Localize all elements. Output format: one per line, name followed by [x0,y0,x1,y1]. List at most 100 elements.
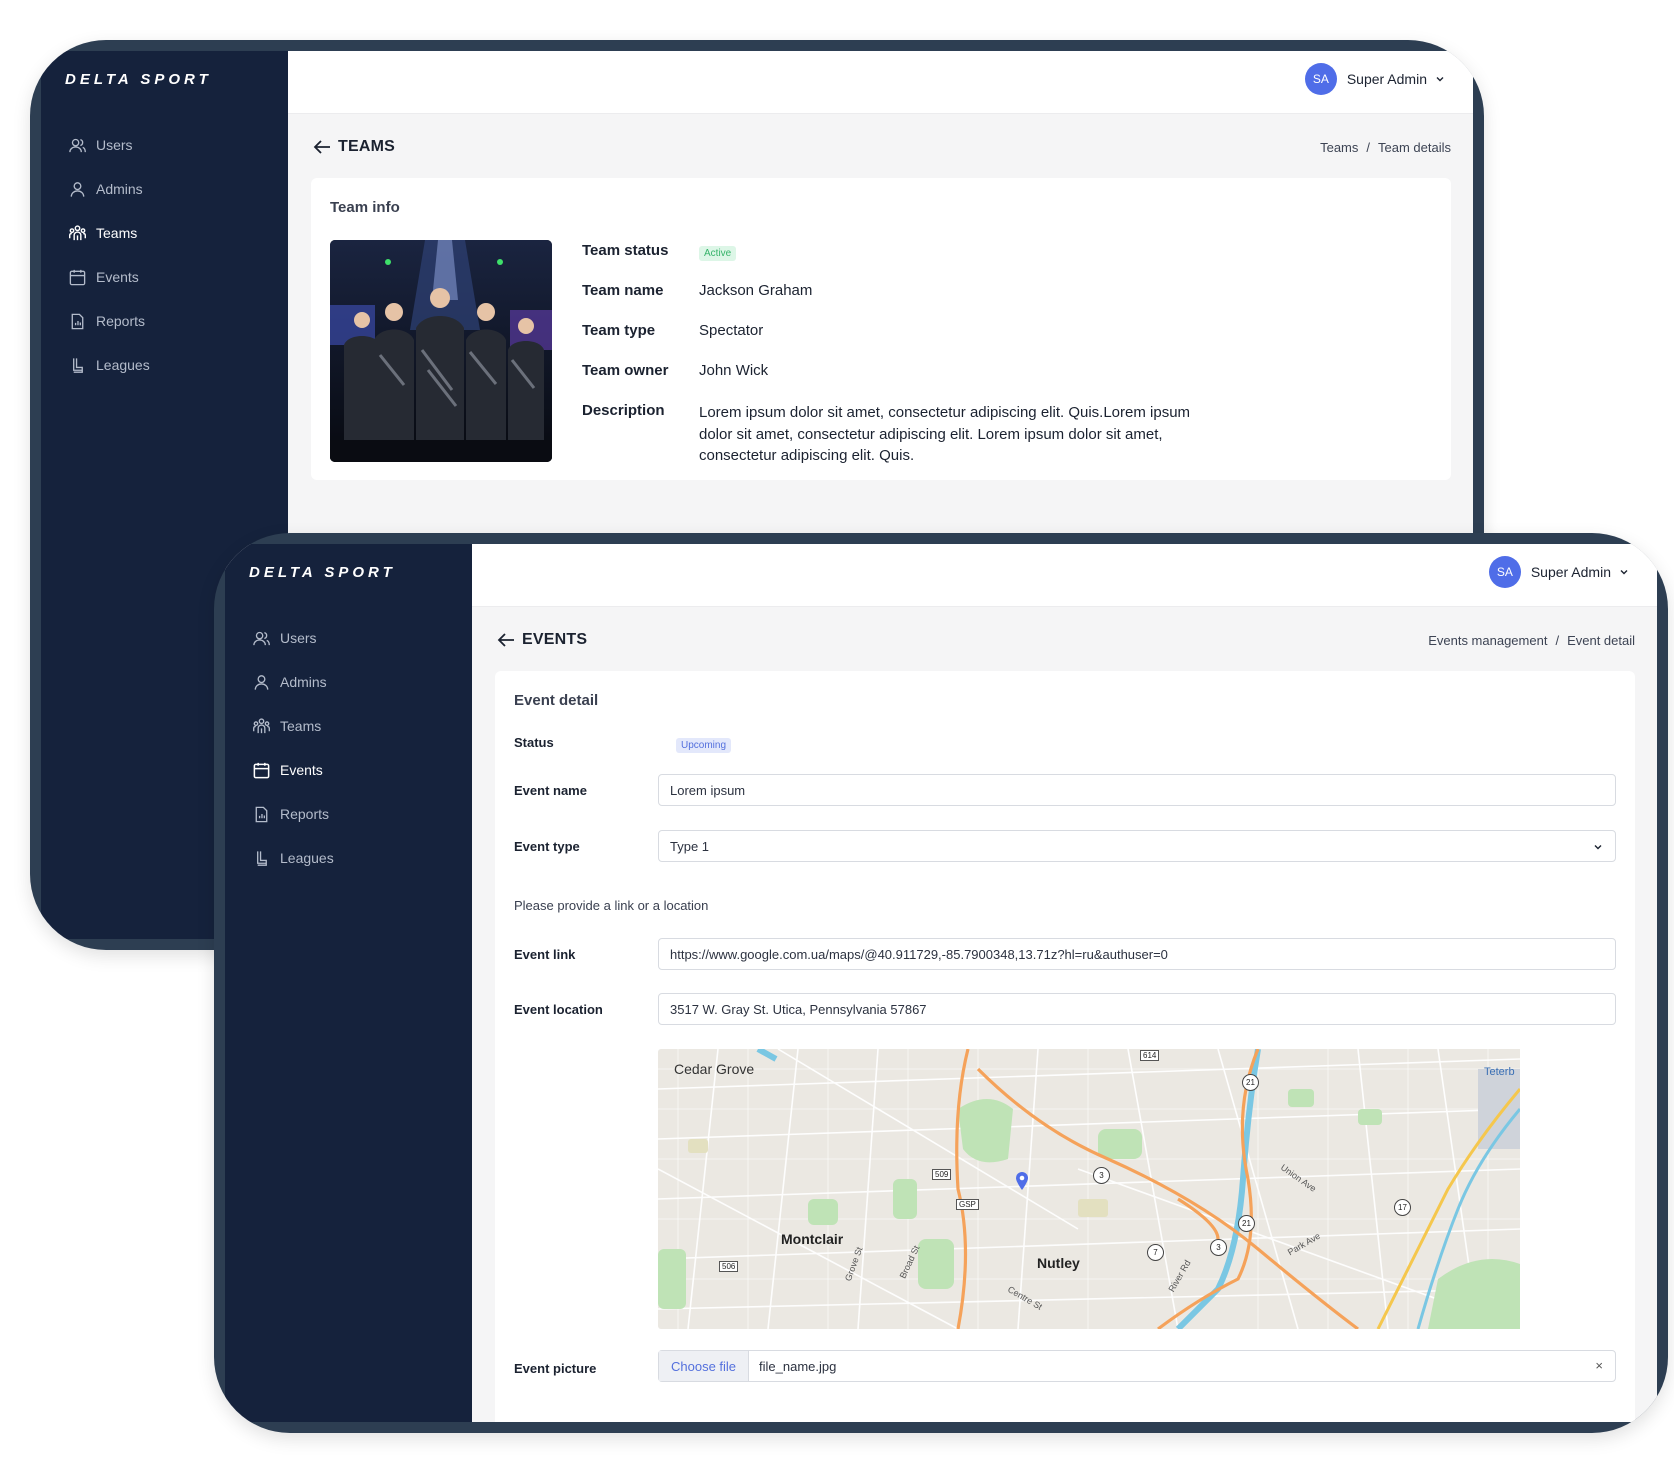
arrow-left-icon [313,140,330,154]
avatar: SA [1488,556,1521,588]
breadcrumb-link-teams[interactable]: Teams [1320,140,1358,155]
sidebar-item-label: Leagues [96,357,150,373]
team-status-value: Active [699,243,737,261]
logo-wordmark: DELTA SPORT [65,72,212,86]
route-shield: 17 [1394,1199,1411,1216]
breadcrumb: Teams / Team details [1320,140,1451,155]
sidebar-item-label: Teams [96,225,138,241]
team-name-label: Team name [582,282,664,299]
sidebar-item-label: Admins [96,181,143,197]
sidebar-nav: Users Admins Teams Events Reports League… [225,616,472,880]
team-type-value: Spectator [699,322,764,339]
page-title: TEAMS [338,138,395,155]
location-pin-icon[interactable] [1015,1171,1029,1191]
event-link-input[interactable]: https://www.google.com.ua/maps/@40.91172… [658,938,1616,970]
route-shield: 509 [932,1169,952,1180]
event-picture-label: Event picture [514,1361,597,1376]
sidebar-item-users[interactable]: Users [225,616,472,660]
route-shield: 614 [1140,1050,1160,1061]
sidebar-item-label: Events [96,269,139,285]
league-icon [66,354,88,376]
description-line: consectetur adipiscing elit. Quis. [699,447,915,464]
chevron-down-icon [1620,570,1628,575]
sidebar: DELTA SPORT Users Admins Teams Events Re… [225,544,472,1422]
team-info-card: Team info Team status Active Team name J… [311,178,1451,480]
breadcrumb-current: Team details [1378,139,1451,155]
route-shield: 7 [1147,1244,1164,1261]
map-label-cedar-grove: Cedar Grove [674,1061,755,1077]
events-device-frame: DELTA SPORT Users Admins Teams Events Re… [214,533,1668,1433]
event-location-input[interactable]: 3517 W. Gray St. Utica, Pennsylvania 578… [658,993,1616,1025]
breadcrumb-current: Event detail [1567,632,1635,648]
delta-sport-logo[interactable]: DELTA SPORT [249,564,439,580]
choose-file-button[interactable]: Choose file [659,1351,750,1381]
route-shield: 3 [1210,1239,1227,1256]
breadcrumb: Events management / Event detail [1428,633,1635,648]
sidebar-item-events[interactable]: Events [41,255,288,299]
sidebar-item-label: Events [280,762,323,778]
team-icon [250,715,272,737]
route-shield: 3 [1093,1167,1110,1184]
calendar-icon [250,759,272,781]
chevron-down-icon [1594,845,1602,850]
sidebar-item-leagues[interactable]: Leagues [41,343,288,387]
logo-wordmark: DELTA SPORT [249,565,396,579]
description-label: Description [582,402,665,419]
avatar: SA [1304,63,1337,95]
events-screen: DELTA SPORT Users Admins Teams Events Re… [225,544,1657,1422]
card-title: Team info [330,199,400,216]
sidebar-item-admins[interactable]: Admins [225,660,472,704]
sidebar-item-reports[interactable]: Reports [41,299,288,343]
status-label: Status [514,735,554,750]
breadcrumb-link-events-management[interactable]: Events management [1428,633,1547,648]
report-icon [66,310,88,332]
delta-sport-logo[interactable]: DELTA SPORT [65,71,255,87]
back-button[interactable]: TEAMS [312,138,395,156]
sidebar-item-label: Users [96,137,133,153]
event-name-label: Event name [514,783,587,798]
team-icon [66,222,88,244]
event-name-input[interactable]: Lorem ipsum [658,774,1616,806]
main-content: SA Super Admin EVENTS Events management … [472,544,1657,1422]
calendar-icon [66,266,88,288]
status-badge: Active [699,246,737,261]
event-location-label: Event location [514,1002,603,1017]
sidebar-item-teams[interactable]: Teams [41,211,288,255]
svg-text:DELTA SPORT: DELTA SPORT [249,565,396,579]
event-detail-card: Event detail Status Upcoming Event name … [495,671,1635,1422]
sidebar-item-users[interactable]: Users [41,123,288,167]
map-label-teterb: Teterb [1484,1066,1515,1078]
event-link-label: Event link [514,947,576,962]
location-map[interactable]: Cedar Grove Montclair Nutley Teterb Grov… [658,1049,1616,1329]
description-value: Lorem ipsum dolor sit amet, consectetur … [699,402,1259,467]
sidebar-item-teams[interactable]: Teams [225,704,472,748]
page-header: EVENTS Events management / Event detail [496,628,1635,652]
user-menu[interactable]: SA Super Admin [1488,556,1629,588]
users-icon [250,627,272,649]
back-button[interactable]: EVENTS [496,631,587,649]
status-value: Upcoming [676,735,732,753]
sidebar-item-label: Reports [96,313,146,329]
sidebar-item-label: Reports [280,806,330,822]
svg-text:DELTA SPORT: DELTA SPORT [65,72,212,86]
team-status-label: Team status [582,242,669,259]
team-owner-value: John Wick [699,362,769,379]
event-type-select[interactable]: Type 1 [658,830,1616,862]
sidebar-item-events[interactable]: Events [225,748,472,792]
sidebar-item-admins[interactable]: Admins [41,167,288,211]
route-shield: GSP [956,1199,979,1210]
file-name: file_name.jpg [759,1358,837,1374]
team-owner-label: Team owner [582,362,669,379]
page-title: EVENTS [522,631,588,648]
sidebar-item-label: Users [280,630,317,646]
sidebar-nav: Users Admins Teams Events Reports League… [41,123,288,387]
close-icon[interactable]: × [1595,1358,1603,1373]
user-menu[interactable]: SA Super Admin [1304,63,1445,95]
sidebar-item-reports[interactable]: Reports [225,792,472,836]
team-type-label: Team type [582,322,656,339]
team-name-value: Jackson Graham [699,282,813,299]
sidebar-item-leagues[interactable]: Leagues [225,836,472,880]
top-bar: SA Super Admin [288,51,1473,113]
event-picture-file-input[interactable]: Choose file file_name.jpg × [658,1350,1616,1382]
user-name: Super Admin [1346,71,1427,87]
